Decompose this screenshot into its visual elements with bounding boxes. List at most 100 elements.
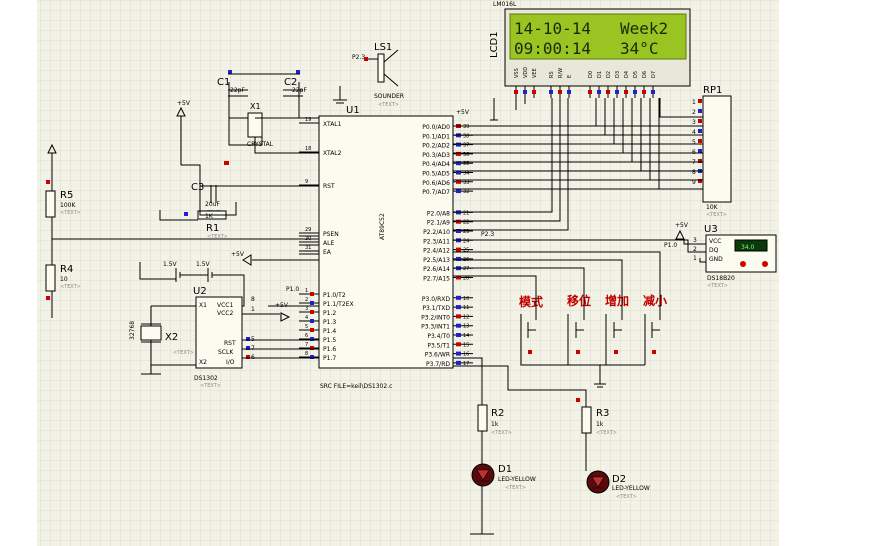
lcd-pin-marker: [558, 90, 562, 94]
lcd-pin-label: D6: [642, 71, 648, 78]
r5-text: <TEXT>: [60, 210, 81, 216]
lcd-pin-label: D3: [615, 71, 621, 78]
lcd-pin-marker: [588, 90, 592, 94]
mcu-right-pin-name: P3.6/WR: [425, 352, 450, 359]
mcu-right-pin-name: P2.4/A12: [423, 248, 450, 255]
u2-pin-io: I/O: [226, 359, 235, 366]
mcu-right-pin-name: P2.5/A13: [423, 257, 450, 264]
mcu-u1[interactable]: U1 AT89C52 SRC FILE=keil\DS1302.c 1 9 XTAL…: [299, 105, 473, 390]
u3-label: U3: [704, 224, 718, 235]
lcd-pin-marker: [642, 90, 646, 94]
mcu-left-pin-marker: [310, 319, 314, 323]
mcu-right-pin-marker: [456, 360, 461, 365]
u3-led-right: [762, 261, 768, 267]
mcu-left-pin-name: ALE: [323, 240, 334, 247]
mcu-right-pin-name: P2.1/A9: [427, 220, 450, 227]
mcu-right-pin-marker: [456, 295, 461, 300]
d2-text: <TEXT>: [616, 494, 637, 500]
mcu-right-pin-name: P0.5/AD5: [422, 171, 450, 178]
mcu-label: U1: [346, 105, 360, 116]
mcu-left-pin-number: 8: [305, 351, 308, 357]
mcu-left-pin-name: P1.0/T2: [323, 292, 346, 299]
mcu-left-pin-number: 2: [305, 297, 308, 303]
lcd-pin-label: D2: [606, 71, 612, 78]
lcd-line1-left: 14-10-14: [514, 19, 591, 38]
lcd-pin-label: D4: [624, 71, 630, 78]
lcd-line1-right: Week2: [620, 19, 668, 38]
mcu-left-pin-marker: [310, 310, 314, 314]
net-p10-label: P1.0: [286, 286, 299, 293]
r1-value: 1K: [205, 213, 214, 220]
ls1-text: <TEXT>: [378, 102, 399, 108]
mcu-right-pin-number: 14: [463, 333, 469, 339]
u2-part: DS1302: [194, 375, 218, 382]
mcu-part: AT89C52: [379, 213, 386, 240]
mcu-left-pin-number: 31: [305, 245, 311, 251]
u2-text: <TEXT>: [200, 383, 221, 389]
mcu-left-pin-marker: [310, 328, 314, 332]
u3-net-label: P1.0: [664, 242, 677, 249]
mcu-right-pin-marker: [456, 314, 461, 319]
d2-label: D2: [612, 474, 626, 485]
c1-value: 22pF: [230, 87, 245, 94]
batt-label-2: 1.5V: [196, 261, 211, 268]
lcd-pin-label: VSS: [514, 68, 520, 78]
rp1-pin-marker: [698, 149, 702, 153]
vcc-label-5: +5V: [675, 222, 689, 229]
button-increase-label: 增加: [605, 293, 629, 308]
mcu-left-pin-name: P1.7: [323, 355, 336, 362]
lcd-pin-marker: [549, 90, 553, 94]
r2-label: R2: [491, 408, 504, 419]
mcu-right-pin-number: 11: [463, 305, 469, 311]
mcu-right-pin-marker: [456, 323, 461, 328]
lcd-pin-label: D1: [597, 71, 603, 78]
lcd-pin-marker: [651, 90, 655, 94]
mcu-right-pin-marker: [456, 247, 461, 252]
lcd-line2-right: 34°C: [620, 39, 659, 58]
mcu-left-pin-number: 18: [305, 146, 311, 152]
rp1-pin-number: 1: [692, 99, 696, 106]
u3-led-left: [740, 261, 746, 267]
ls1-net: P2.3: [352, 54, 365, 61]
mcu-right-pin-marker: [456, 351, 461, 356]
u2-pin-x1: X1: [199, 302, 207, 309]
mcu-right-pin-number: 16: [463, 352, 469, 358]
mcu-left-pin-name: EA: [323, 249, 332, 256]
mcu-left-pin-number: 1: [305, 288, 308, 294]
mcu-right-pin-number: 12: [463, 314, 469, 320]
c2-value: 22pF: [292, 87, 307, 94]
lcd-module[interactable]: LM016L 14-10-14 Week2 09:00:14 34°C LCD1…: [489, 1, 691, 98]
mcu-left-pin-name: XTAL1: [323, 121, 342, 128]
mcu-right-pin-number: 25: [463, 248, 469, 254]
x2-value: 32768: [129, 321, 136, 340]
ls1-value: SOUNDER: [374, 93, 404, 100]
button-decrease-label: 减小: [643, 293, 667, 308]
lcd-model: LM016L: [493, 1, 517, 8]
u2-pin-rst: RST: [224, 340, 236, 347]
mcu-left-pin-name: P1.3: [323, 319, 336, 326]
r4-text: <TEXT>: [60, 284, 81, 290]
rp1-pin-number: 8: [692, 169, 696, 176]
mcu-right-pin-name: P2.3/A11: [423, 238, 450, 245]
r1-label: R1: [206, 223, 219, 234]
mcu-right-pin-name: P2.0/A8: [427, 210, 450, 217]
mcu-right-pin-marker: [456, 189, 461, 194]
mcu-left-pin-number: 29: [305, 227, 311, 233]
lcd-line2-left: 09:00:14: [514, 39, 591, 58]
mcu-left-pin-number: 7: [305, 342, 308, 348]
lcd-pin-label: D5: [633, 71, 639, 78]
mcu-right-pin-number: 24: [463, 238, 469, 244]
r5-label: R5: [60, 190, 73, 201]
mcu-left-pin-name: P1.6: [323, 346, 336, 353]
mcu-left-pin-name: RST: [323, 183, 335, 190]
u3-pin-name: GND: [709, 256, 723, 263]
mcu-right-pin-name: P0.1/AD1: [422, 133, 450, 140]
lcd-pin-label: RS: [549, 71, 555, 78]
vcc-label-3: +5V: [231, 251, 245, 258]
mcu-right-pin-number: 38: [463, 133, 469, 139]
mcu-right-pin-number: 21: [463, 210, 469, 216]
rp1-pin-marker: [698, 109, 702, 113]
u2-pin-x2: X2: [199, 359, 207, 366]
mcu-right-pin-name: P3.1/TXD: [422, 305, 450, 312]
r4-label: R4: [60, 264, 73, 275]
